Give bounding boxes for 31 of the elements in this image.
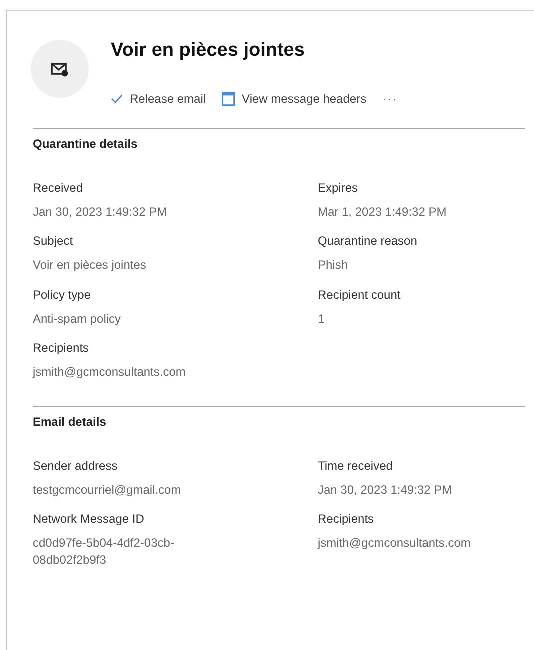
field-label: Recipients xyxy=(318,512,376,526)
field-label: Recipient count xyxy=(318,288,402,302)
field-label: Policy type xyxy=(33,288,92,302)
section-heading: Email details xyxy=(33,414,108,429)
field-value: Voir en pièces jointes xyxy=(33,257,148,274)
field-value: jsmith@gcmconsultants.com xyxy=(33,364,187,382)
field-label: Recipients xyxy=(33,341,90,356)
field-value: Anti-spam policy xyxy=(33,310,122,328)
field-value: cd0d97fe-5b04-4df2-03cb-08db02f2b9f3 xyxy=(33,534,176,570)
field-value: testgcmcourriel@gmail.com xyxy=(33,482,182,499)
field-value: Jan 30, 2023 1:49:32 PM xyxy=(33,204,168,221)
field-label: Sender address xyxy=(33,458,119,473)
field-value: 1 xyxy=(318,310,326,328)
checkmark-icon xyxy=(111,94,123,104)
section-heading: Quarantine details xyxy=(33,137,139,151)
more-button[interactable]: ··· xyxy=(382,92,398,106)
field-label: Quarantine reason xyxy=(318,234,418,248)
field-label: Received xyxy=(33,181,84,195)
envelope-icon xyxy=(51,62,69,76)
email-title: Voir en pièces jointes xyxy=(111,40,306,62)
field-value: Mar 1, 2023 1:49:32 PM xyxy=(318,204,448,221)
field-label: Network Message ID xyxy=(33,512,146,526)
release-email-button[interactable]: Release email xyxy=(111,92,206,106)
field-value: jsmith@gcmconsultants.com xyxy=(318,534,472,552)
field-label: Subject xyxy=(33,234,74,248)
field-value: Jan 30, 2023 1:49:32 PM xyxy=(318,482,454,499)
window-icon xyxy=(222,92,236,106)
field-value: Phish xyxy=(318,257,350,274)
field-label: Expires xyxy=(318,181,360,195)
field-label: Time received xyxy=(318,458,394,473)
view-headers-button[interactable]: View message headers xyxy=(222,92,367,106)
